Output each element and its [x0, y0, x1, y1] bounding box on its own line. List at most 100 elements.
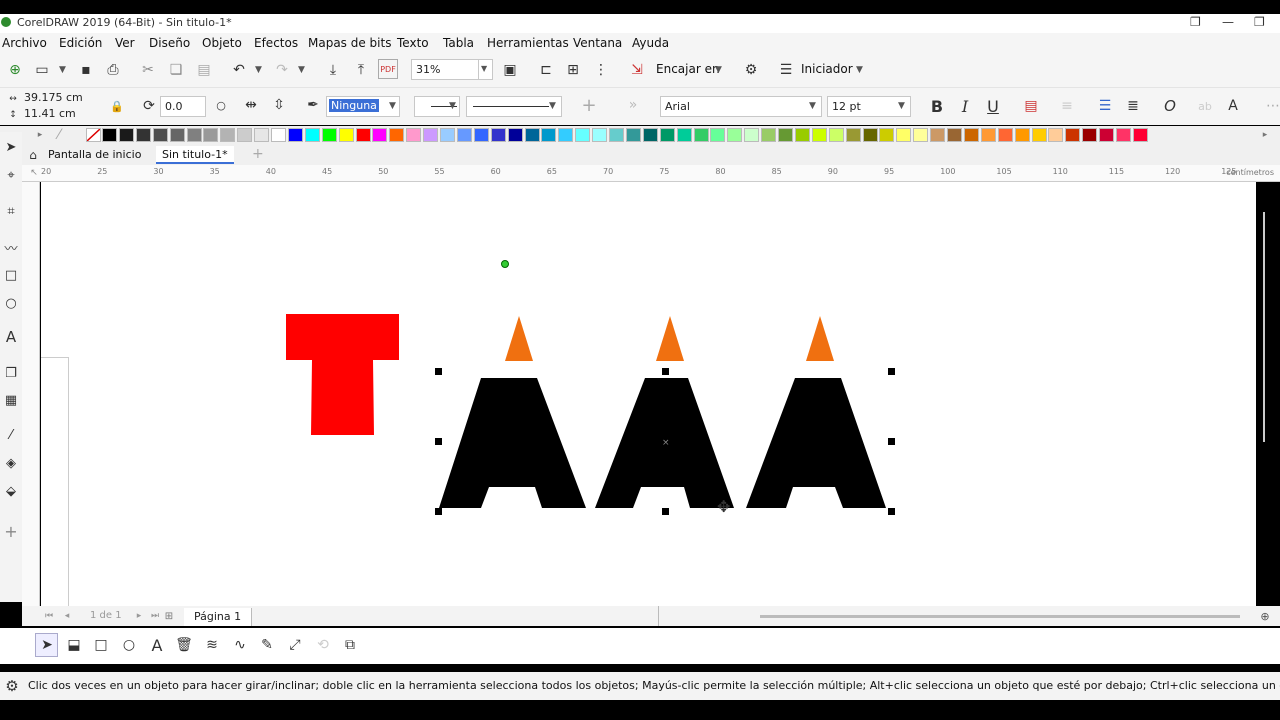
- color-swatch[interactable]: [287, 128, 303, 142]
- cut-icon[interactable]: ✂: [139, 61, 157, 79]
- bullet-list-icon[interactable]: ☰: [1096, 96, 1114, 116]
- pick-tool-icon[interactable]: ➤: [37, 635, 57, 655]
- interactive-fill-tool-icon[interactable]: ◈: [0, 452, 22, 474]
- tab-document[interactable]: Sin titulo-1*: [156, 146, 234, 164]
- launcher-icon[interactable]: ☰: [777, 61, 795, 79]
- add-tool-icon[interactable]: +: [0, 520, 22, 542]
- more-right-icon[interactable]: ⋯: [1266, 96, 1280, 116]
- color-swatch[interactable]: [440, 128, 455, 142]
- color-swatch[interactable]: [778, 128, 793, 142]
- menu-ayuda[interactable]: Ayuda: [632, 36, 669, 50]
- guidelines-icon[interactable]: ⋮: [592, 61, 610, 79]
- grid-icon[interactable]: ⊞: [564, 61, 582, 79]
- save-icon[interactable]: ▪: [77, 61, 95, 79]
- vertical-scrollbar[interactable]: [1263, 212, 1265, 442]
- color-swatch[interactable]: [254, 128, 270, 142]
- color-swatch[interactable]: [947, 128, 962, 142]
- add-page-icon[interactable]: ⊞: [162, 608, 176, 624]
- font-size-chevron-icon[interactable]: ▼: [898, 101, 905, 111]
- color-swatch[interactable]: [118, 128, 134, 142]
- selection-handle[interactable]: [435, 368, 442, 375]
- page-tab[interactable]: Página 1: [184, 608, 253, 626]
- horizontal-scrollbar[interactable]: [760, 615, 1240, 618]
- print-icon[interactable]: ⎙: [104, 61, 122, 79]
- text-tool-icon[interactable]: A: [0, 326, 22, 348]
- launcher-dropdown-chevron-icon[interactable]: ▼: [856, 65, 863, 75]
- menu-efectos[interactable]: Efectos: [254, 36, 298, 50]
- color-swatch[interactable]: [727, 128, 743, 142]
- color-swatch[interactable]: [693, 128, 709, 142]
- color-swatch[interactable]: [186, 128, 202, 142]
- brush-icon[interactable]: ≋: [202, 635, 222, 655]
- tab-home[interactable]: Pantalla de inicio: [42, 146, 147, 164]
- menu-ventana[interactable]: Ventana: [573, 36, 622, 50]
- color-swatch[interactable]: [473, 128, 489, 142]
- rectangle-tool-icon[interactable]: □: [0, 264, 22, 286]
- crop-tool-icon[interactable]: ⌗: [0, 200, 22, 222]
- minimize-icon[interactable]: —: [1222, 15, 1234, 29]
- line-style-select[interactable]: [466, 96, 562, 117]
- menu-archivo[interactable]: Archivo: [2, 36, 47, 50]
- open-icon[interactable]: ▭: [33, 61, 51, 79]
- underline-button[interactable]: U: [984, 96, 1002, 116]
- outline-pen-icon[interactable]: ✒: [304, 96, 322, 114]
- smart-fill-tool-icon[interactable]: ⬙: [0, 480, 22, 502]
- zoom-level-field[interactable]: 31%: [411, 59, 483, 80]
- undo-icon[interactable]: ↶: [230, 61, 248, 79]
- color-swatch[interactable]: [1132, 128, 1148, 142]
- palette-scroll-right-icon[interactable]: ▸: [1259, 127, 1271, 143]
- selection-handle[interactable]: [435, 508, 442, 515]
- pen-icon[interactable]: ✎: [257, 635, 277, 655]
- paste-icon[interactable]: ▤: [195, 61, 213, 79]
- edit-text-icon[interactable]: ab: [1196, 96, 1214, 116]
- freehand-tool-icon[interactable]: 〰: [0, 236, 22, 258]
- zoom-navigator-icon[interactable]: ⊕: [1258, 608, 1272, 624]
- object-height-field[interactable]: 11.41 cm: [22, 106, 102, 122]
- ruler-origin-icon[interactable]: ↖: [28, 166, 40, 180]
- add-tab-button[interactable]: +: [248, 146, 268, 164]
- start-arrow-chevron-icon[interactable]: ▼: [449, 101, 456, 111]
- drawing-canvas[interactable]: × ✥: [41, 182, 1265, 610]
- snap-to-label[interactable]: Encajar en: [656, 62, 720, 76]
- selection-handle[interactable]: [888, 508, 895, 515]
- selection-handle[interactable]: [435, 438, 442, 445]
- color-swatch[interactable]: [304, 128, 320, 142]
- previous-page-icon[interactable]: ◂: [60, 608, 74, 624]
- ellipse-icon[interactable]: ○: [119, 635, 139, 655]
- export-pdf-icon[interactable]: PDF: [378, 59, 398, 79]
- last-page-icon[interactable]: ⏭: [148, 608, 162, 624]
- rotation-angle-field[interactable]: 0.0: [160, 96, 206, 117]
- menu-edicion[interactable]: Edición: [59, 36, 102, 50]
- no-color-swatch[interactable]: [86, 128, 101, 142]
- color-swatch[interactable]: [1031, 128, 1047, 142]
- color-swatch[interactable]: [203, 128, 219, 142]
- text-icon[interactable]: A: [147, 635, 167, 655]
- italic-button[interactable]: I: [956, 96, 974, 116]
- drop-shadow-tool-icon[interactable]: ❐: [0, 362, 22, 384]
- character-format-icon[interactable]: ≣: [1124, 96, 1142, 116]
- color-swatch[interactable]: [676, 128, 692, 142]
- selection-handle[interactable]: [662, 508, 669, 515]
- open-dropdown-chevron-icon[interactable]: ▼: [59, 65, 66, 75]
- opentype-icon[interactable]: O: [1160, 96, 1180, 116]
- menu-diseno[interactable]: Diseño: [149, 36, 190, 50]
- zoom-dropdown-chevron-icon[interactable]: ▼: [478, 59, 493, 80]
- color-swatch[interactable]: [372, 128, 388, 142]
- object-width-field[interactable]: 39.175 cm: [22, 90, 102, 106]
- add-preset-icon[interactable]: +: [580, 95, 598, 116]
- menu-texto[interactable]: Texto: [397, 36, 429, 50]
- mirror-vertical-icon[interactable]: ⇳: [270, 96, 288, 114]
- bold-button[interactable]: B: [928, 96, 946, 116]
- color-swatch[interactable]: [609, 128, 624, 142]
- horizontal-ruler[interactable]: ↖ centímetros 20 25 30 35 40 45 50 55 60 65 70 75 80…: [22, 165, 1280, 182]
- eraser-icon[interactable]: ⬓: [64, 635, 84, 655]
- color-swatch[interactable]: [152, 128, 168, 142]
- color-swatch[interactable]: [456, 128, 472, 142]
- menu-ver[interactable]: Ver: [115, 36, 135, 50]
- color-swatch[interactable]: [642, 128, 658, 142]
- selection-handle[interactable]: [888, 368, 895, 375]
- menu-herramientas[interactable]: Herramientas: [487, 36, 569, 50]
- color-swatch[interactable]: [338, 128, 354, 142]
- mirror-horizontal-icon[interactable]: ⇹: [242, 96, 260, 114]
- color-swatch[interactable]: [879, 128, 895, 142]
